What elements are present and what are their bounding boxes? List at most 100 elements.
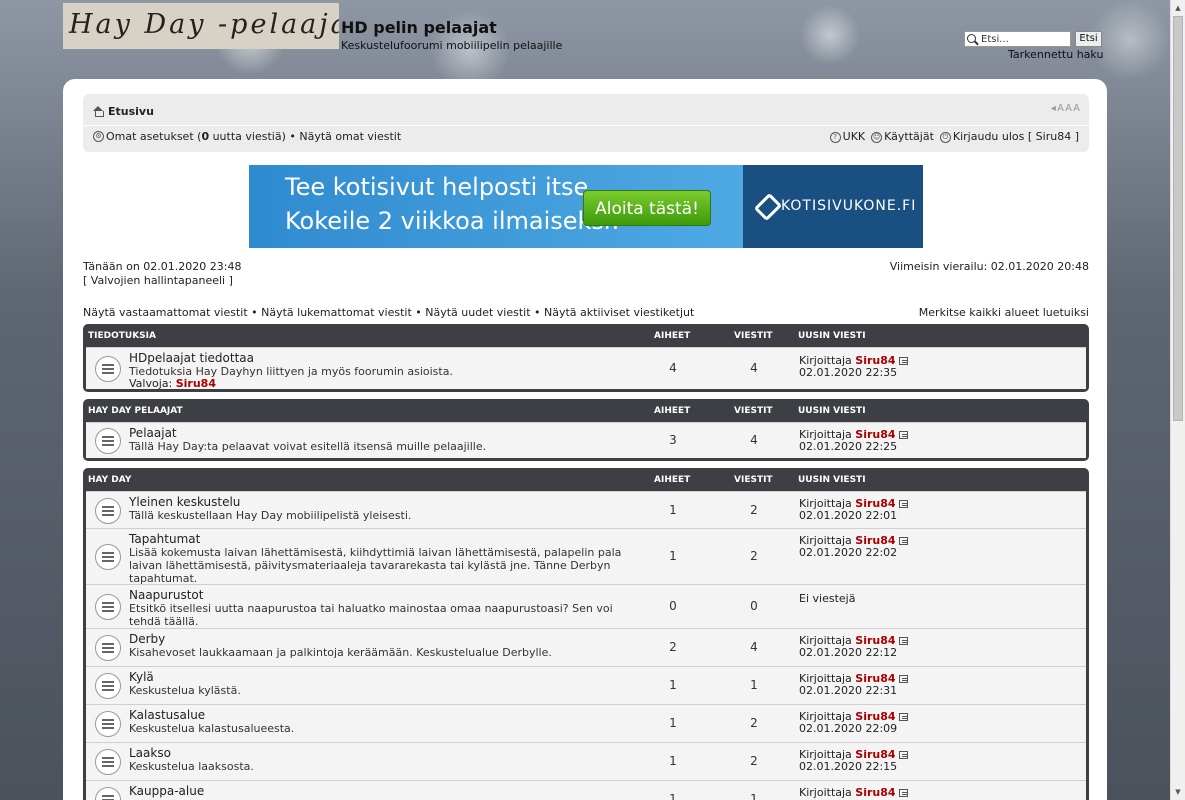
posts-count: 2 bbox=[750, 503, 758, 517]
bullet: • bbox=[285, 130, 300, 143]
banner-brand: KOTISIVUKONE.FI bbox=[743, 165, 923, 248]
forum-row[interactable]: Kalastusalue Keskustelua kalastusalueest… bbox=[86, 704, 1086, 742]
faq-link[interactable]: UKK bbox=[843, 130, 865, 143]
breadcrumb-home[interactable]: Etusivu bbox=[108, 105, 154, 118]
last-post-time: 02.01.2020 22:02 bbox=[799, 546, 898, 559]
view-latest-post-icon[interactable] bbox=[898, 713, 908, 721]
last-post-time: 02.01.2020 22:12 bbox=[799, 646, 898, 659]
last-post-by: Kirjoittaja bbox=[799, 786, 856, 799]
forum-title[interactable]: Derby bbox=[129, 632, 165, 646]
forum-title[interactable]: Kauppa-alue bbox=[129, 784, 204, 798]
moderator-user[interactable]: Siru84 bbox=[176, 377, 216, 390]
forum-row[interactable]: Tapahtumat Lisää kokemusta laivan lähett… bbox=[86, 528, 1086, 585]
unanswered-link[interactable]: Näytä vastaamattomat viestit bbox=[83, 306, 248, 319]
forum-row[interactable]: Kauppa-alue 1 1 Kirjoittaja Siru84 bbox=[86, 780, 1086, 800]
topics-count: 1 bbox=[669, 678, 677, 692]
last-post: Kirjoittaja Siru84 02.01.2020 22:02 bbox=[799, 535, 908, 559]
mod-panel-link[interactable]: [ Valvojien hallintapaneeli ] bbox=[83, 274, 241, 288]
forum-read-icon bbox=[95, 749, 121, 775]
forum-row[interactable]: Derby Kisahevoset laukkaamaan ja palkint… bbox=[86, 628, 1086, 666]
moderator-label: Valvoja: bbox=[129, 377, 176, 390]
forum-description: Keskustelua laaksosta. bbox=[129, 760, 254, 773]
forum-read-icon bbox=[95, 635, 121, 661]
forum-category: HAY DAY AIHEET VIESTIT UUSIN VIESTI Ylei… bbox=[83, 468, 1089, 800]
posts-count: 4 bbox=[750, 433, 758, 447]
col-topics-header: AIHEET bbox=[654, 475, 691, 485]
forum-description: Keskustelua kalastusalueesta. bbox=[129, 722, 295, 735]
unread-link[interactable]: Näytä lukemattomat viestit bbox=[261, 306, 412, 319]
view-latest-post-icon[interactable] bbox=[898, 789, 908, 797]
forum-title[interactable]: Yleinen keskustelu bbox=[129, 495, 240, 509]
forum-row[interactable]: Naapurustot Etsitkö itsellesi uutta naap… bbox=[86, 584, 1086, 628]
last-post: Kirjoittaja Siru84 02.01.2020 22:35 bbox=[799, 355, 908, 379]
forum-title[interactable]: Laakso bbox=[129, 746, 171, 760]
category-name[interactable]: HAY DAY PELAAJAT bbox=[88, 406, 183, 416]
home-icon bbox=[93, 106, 104, 117]
col-last-header: UUSIN VIESTI bbox=[798, 475, 866, 485]
forum-description: Keskustelua kylästä. bbox=[129, 684, 241, 697]
topics-count: 0 bbox=[669, 599, 677, 613]
forum-category: HAY DAY PELAAJAT AIHEET VIESTIT UUSIN VI… bbox=[83, 399, 1089, 461]
forum-title[interactable]: Naapurustot bbox=[129, 588, 203, 602]
topics-count: 4 bbox=[669, 361, 677, 375]
topics-count: 1 bbox=[669, 792, 677, 800]
new-messages-count[interactable]: 0 bbox=[201, 130, 209, 143]
font-size-control[interactable]: ◂ A A A bbox=[1051, 103, 1080, 114]
scrollbar[interactable]: ▲ ▼ bbox=[1170, 0, 1185, 800]
forum-read-icon bbox=[95, 594, 121, 620]
search-button[interactable]: Etsi bbox=[1075, 31, 1102, 47]
view-latest-post-icon[interactable] bbox=[898, 637, 908, 645]
bullet: • bbox=[247, 306, 262, 319]
view-latest-post-icon[interactable] bbox=[898, 431, 908, 439]
logout-link[interactable]: Kirjaudu ulos [ Siru84 ] bbox=[953, 130, 1079, 143]
category-name[interactable]: HAY DAY bbox=[88, 475, 131, 485]
forum-read-icon bbox=[95, 498, 121, 524]
forum-row[interactable]: Laakso Keskustelua laaksosta. 1 2 Kirjoitt… bbox=[86, 742, 1086, 780]
advanced-search-link[interactable]: Tarkennettu haku bbox=[1008, 48, 1103, 61]
scroll-up-arrow[interactable]: ▲ bbox=[1171, 0, 1185, 16]
forum-row[interactable]: HDpelaajat tiedottaa Tiedotuksia Hay Day… bbox=[86, 347, 1086, 390]
bullet: • bbox=[411, 306, 426, 319]
own-posts-link[interactable]: Näytä omat viestit bbox=[299, 130, 401, 143]
view-latest-post-icon[interactable] bbox=[898, 751, 908, 759]
posts-count: 2 bbox=[750, 754, 758, 768]
forum-title[interactable]: Kylä bbox=[129, 670, 154, 684]
mark-all-read-link[interactable]: Merkitse kaikki alueet luetuiksi bbox=[919, 306, 1089, 319]
forum-title[interactable]: Kalastusalue bbox=[129, 708, 205, 722]
forum-row[interactable]: Kylä Keskustelua kylästä. 1 1 Kirjoittaja … bbox=[86, 666, 1086, 704]
posts-count: 2 bbox=[750, 549, 758, 563]
my-settings-link[interactable]: Omat asetukset bbox=[106, 130, 194, 143]
category-header: HAY DAY PELAAJAT AIHEET VIESTIT UUSIN VI… bbox=[86, 399, 1086, 422]
navbar-divider bbox=[83, 125, 1089, 126]
banner-cta-button[interactable]: Aloita tästä! bbox=[583, 190, 711, 226]
forum-description: Kisahevoset laukkaamaan ja palkintoja ke… bbox=[129, 646, 552, 659]
last-post: Kirjoittaja Siru84 bbox=[799, 787, 908, 799]
forum-title[interactable]: HDpelaajat tiedottaa bbox=[129, 351, 254, 365]
view-latest-post-icon[interactable] bbox=[898, 357, 908, 365]
search-icon bbox=[967, 34, 976, 43]
new-posts-link[interactable]: Näytä uudet viestit bbox=[425, 306, 530, 319]
site-logo[interactable]: Hay Day -pelaajat bbox=[63, 3, 339, 49]
forum-row[interactable]: Pelaajat Tällä Hay Day:ta pelaavat voiva… bbox=[86, 422, 1086, 458]
search-input[interactable] bbox=[964, 31, 1071, 47]
forum-row[interactable]: Yleinen keskustelu Tällä keskustellaan H… bbox=[86, 491, 1086, 528]
last-post-user[interactable]: Siru84 bbox=[855, 786, 895, 799]
forum-title[interactable]: Tapahtumat bbox=[129, 532, 200, 546]
members-link[interactable]: Käyttäjät bbox=[884, 130, 934, 143]
posts-count: 1 bbox=[750, 678, 758, 692]
last-post-time: 02.01.2020 22:01 bbox=[799, 509, 898, 522]
col-posts-header: VIESTIT bbox=[734, 406, 773, 416]
active-topics-link[interactable]: Näytä aktiiviset viestiketjut bbox=[544, 306, 694, 319]
bullet: • bbox=[530, 306, 545, 319]
forum-title[interactable]: Pelaajat bbox=[129, 426, 177, 440]
view-latest-post-icon[interactable] bbox=[898, 500, 908, 508]
view-latest-post-icon[interactable] bbox=[898, 537, 908, 545]
view-latest-post-icon[interactable] bbox=[898, 675, 908, 683]
category-name[interactable]: TIEDOTUKSIA bbox=[88, 331, 156, 341]
navbar: Etusivu ◂ A A A ⚙ Omat asetukset ( 0 uut… bbox=[83, 94, 1089, 152]
last-post-time: 02.01.2020 22:09 bbox=[799, 722, 898, 735]
col-posts-header: VIESTIT bbox=[734, 331, 773, 341]
scrollbar-thumb[interactable] bbox=[1173, 16, 1183, 421]
scroll-down-arrow[interactable]: ▼ bbox=[1171, 784, 1185, 800]
ad-banner[interactable]: Tee kotisivut helposti itse. Kokeile 2 v… bbox=[249, 165, 923, 248]
